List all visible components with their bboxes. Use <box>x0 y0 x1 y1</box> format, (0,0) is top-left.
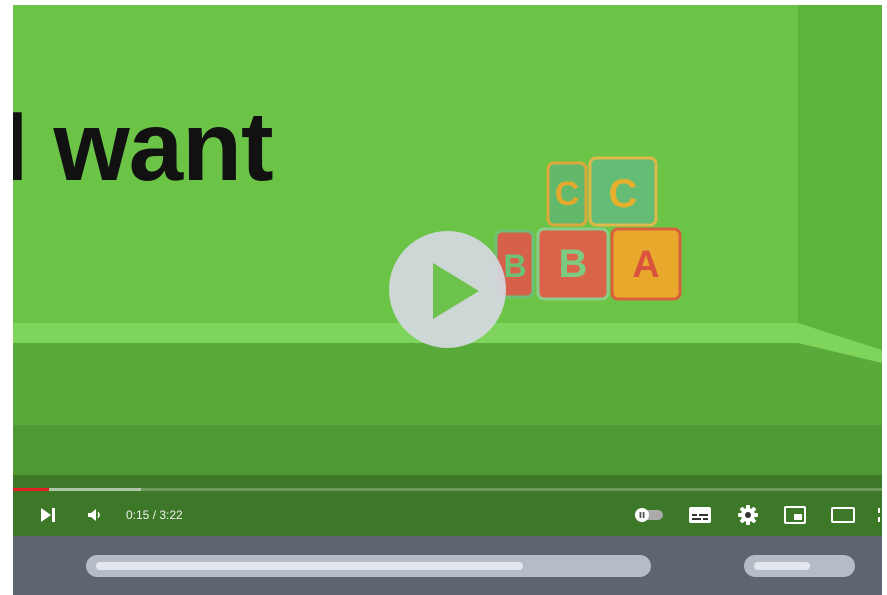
loading-bar-2-fill <box>754 562 810 570</box>
loading-bar-1-fill <box>96 562 523 570</box>
autoplay-toggle-icon <box>635 508 663 522</box>
subtitles-button[interactable] <box>686 494 714 536</box>
block-letter-c1: C <box>555 175 580 213</box>
loading-bar-1 <box>86 555 651 577</box>
theater-mode-icon <box>831 507 855 523</box>
subtitles-icon <box>689 507 711 523</box>
miniplayer-button[interactable] <box>781 494 809 536</box>
volume-icon <box>88 509 100 521</box>
settings-button[interactable] <box>734 494 762 536</box>
play-button[interactable] <box>389 231 506 348</box>
loading-placeholder-area <box>13 536 882 595</box>
video-caption-text: I want <box>13 91 274 201</box>
theater-mode-button[interactable] <box>828 494 858 536</box>
autoplay-toggle[interactable] <box>631 494 667 536</box>
video-player[interactable]: C C B B A I want 0:15 / 3:22 <box>13 5 882 536</box>
time-display: 0:15 / 3:22 <box>126 508 183 522</box>
player-controls: 0:15 / 3:22 <box>13 494 882 536</box>
next-button[interactable] <box>35 494 61 536</box>
progress-bar[interactable] <box>13 488 882 491</box>
fullscreen-icon <box>878 508 880 522</box>
block-letter-c2: C <box>609 172 638 216</box>
progress-played <box>13 488 50 491</box>
loading-bar-2 <box>744 555 855 577</box>
miniplayer-icon <box>784 506 806 524</box>
block-letter-b2: B <box>559 242 588 286</box>
block-letter-a: A <box>632 244 659 286</box>
next-icon <box>41 508 55 522</box>
play-icon <box>433 263 479 319</box>
volume-button[interactable] <box>83 494 107 536</box>
settings-gear-icon <box>738 505 758 525</box>
fullscreen-button[interactable] <box>875 494 882 536</box>
block-letter-b1: B <box>503 248 526 284</box>
